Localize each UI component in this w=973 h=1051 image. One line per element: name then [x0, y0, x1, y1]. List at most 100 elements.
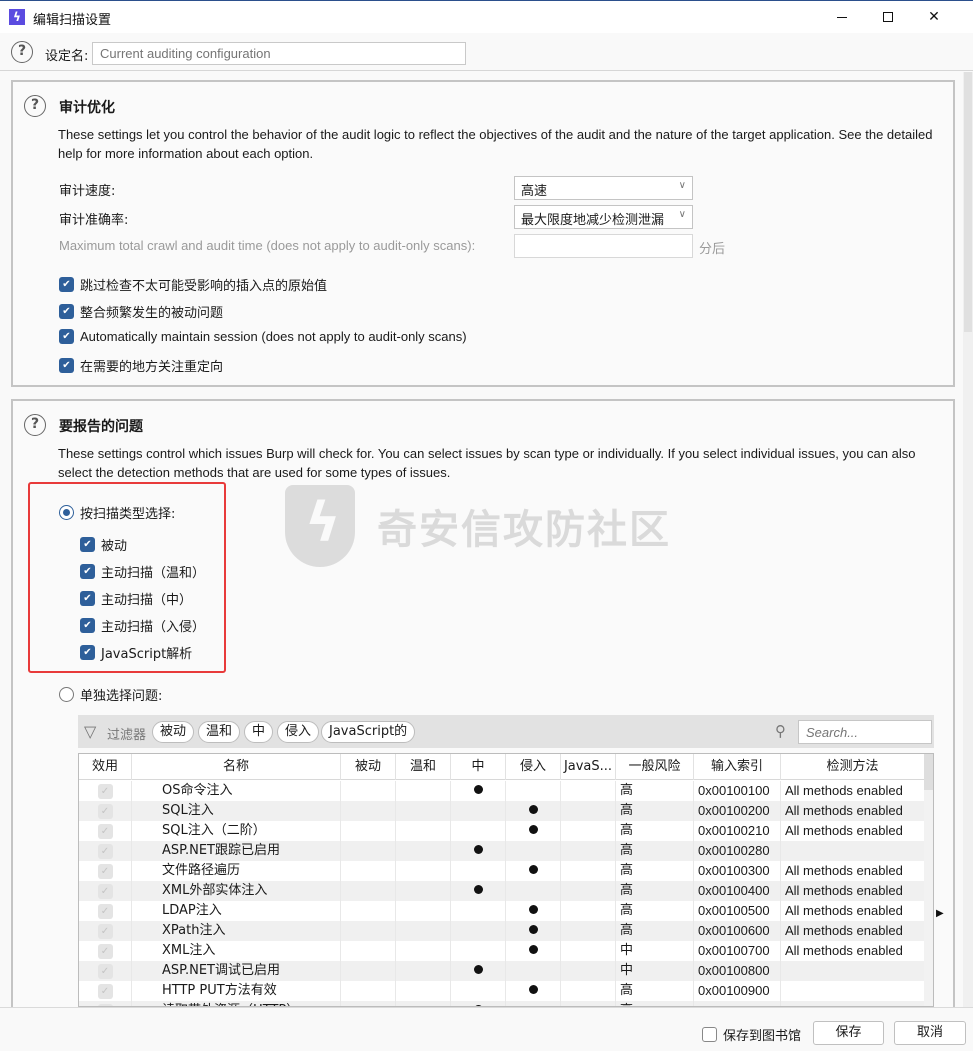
checkbox-checked-icon[interactable]: ✔: [80, 645, 95, 660]
table-row[interactable]: ✓ ASP.NET跟踪已启用 高 0x00100280: [79, 841, 924, 861]
option-follow-redirects[interactable]: ✔ 在需要的地方关注重定向: [59, 356, 223, 375]
scan-type-medium-cell: [451, 881, 506, 901]
scan-type-light-cell: [396, 841, 451, 861]
help-icon[interactable]: ?: [24, 95, 46, 117]
save-to-library-checkbox[interactable]: 保存到图书馆: [702, 1025, 801, 1044]
checkbox-checked-icon[interactable]: ✔: [80, 618, 95, 633]
table-row[interactable]: ✓ LDAP注入 高 0x00100500 All methods enabled: [79, 901, 924, 921]
table-row[interactable]: ✓ SQL注入（二阶） 高 0x00100210 All methods enabled: [79, 821, 924, 841]
option-skip-unlikely[interactable]: ✔ 跳过检查不太可能受影响的插入点的原始值: [59, 275, 327, 294]
table-row[interactable]: ✓ XML外部实体注入 高 0x00100400 All methods enabled: [79, 881, 924, 901]
page-scrollbar[interactable]: [963, 72, 973, 1007]
max-time-input[interactable]: [514, 234, 693, 258]
checkbox-unchecked-icon[interactable]: [702, 1027, 717, 1042]
column-header-enabled[interactable]: 效用: [79, 754, 132, 780]
filter-chip-intrusive[interactable]: 侵入: [277, 721, 320, 743]
detection-method-cell[interactable]: All methods enabled: [781, 821, 924, 841]
table-row[interactable]: ✓ XML注入 中 0x00100700 All methods enabled: [79, 941, 924, 961]
close-button[interactable]: ✕: [911, 1, 957, 33]
scan-type-intrusive-active[interactable]: ✔ 主动扫描（入侵）: [80, 616, 205, 635]
select-individually-radio[interactable]: 单独选择问题:: [59, 685, 162, 704]
detection-method-cell[interactable]: [781, 841, 924, 861]
column-header-light[interactable]: 温和: [396, 754, 451, 780]
table-row[interactable]: ✓ ASP.NET调试已启用 中 0x00100800: [79, 961, 924, 981]
index-cell: 0x00100900: [694, 981, 781, 1001]
detection-method-cell[interactable]: All methods enabled: [781, 901, 924, 921]
checkbox-checked-icon[interactable]: ✔: [59, 277, 74, 292]
filter-chip-passive[interactable]: 被动: [152, 721, 195, 743]
filter-chip-light[interactable]: 温和: [198, 721, 241, 743]
radio-label: 单独选择问题:: [80, 689, 163, 704]
table-row[interactable]: ✓ 文件路径遍历 高 0x00100300 All methods enabled: [79, 861, 924, 881]
detection-method-cell[interactable]: All methods enabled: [781, 921, 924, 941]
checkbox-checked-icon[interactable]: ✔: [80, 537, 95, 552]
expand-arrow-icon[interactable]: ▶: [936, 908, 944, 919]
bullet-icon: [473, 845, 483, 854]
checkbox-checked-icon[interactable]: ✔: [59, 304, 74, 319]
column-header-method[interactable]: 检测方法: [781, 754, 924, 780]
disabled-checkbox-icon: ✓: [97, 984, 113, 999]
issue-name-cell: SQL注入: [132, 801, 341, 821]
checkbox-checked-icon[interactable]: ✔: [80, 564, 95, 579]
cancel-button[interactable]: 取消: [894, 1021, 966, 1045]
option-label: 在需要的地方关注重定向: [80, 360, 224, 375]
scan-type-js-cell: [561, 961, 616, 981]
radio-unselected-icon[interactable]: [59, 687, 74, 702]
scan-type-label: 主动扫描（中）: [101, 593, 193, 608]
radio-selected-icon[interactable]: [59, 505, 74, 520]
option-consolidate-passive[interactable]: ✔ 整合频繁发生的被动问题: [59, 302, 223, 321]
detection-method-cell[interactable]: All methods enabled: [781, 801, 924, 821]
scan-type-passive-cell: [341, 941, 396, 961]
detection-method-cell[interactable]: [781, 981, 924, 1001]
page-scrollbar-thumb[interactable]: [964, 72, 972, 332]
help-icon[interactable]: ?: [24, 414, 46, 436]
option-maintain-session[interactable]: ✔ Automatically maintain session (does n…: [59, 329, 467, 344]
table-row[interactable]: ✓ XPath注入 高 0x00100600 All methods enabled: [79, 921, 924, 941]
filter-icon[interactable]: ▽: [84, 722, 96, 741]
bullet-icon: [528, 945, 538, 954]
table-row[interactable]: ✓ OS命令注入 高 0x00100100 All methods enabled: [79, 781, 924, 801]
table-scrollbar[interactable]: [924, 754, 933, 1006]
detection-method-cell[interactable]: All methods enabled: [781, 941, 924, 961]
filter-chip-javascript[interactable]: JavaScript的: [321, 721, 416, 743]
save-button[interactable]: 保存: [813, 1021, 884, 1045]
column-header-medium[interactable]: 中: [451, 754, 506, 780]
column-header-javascript[interactable]: JavaS...: [561, 754, 616, 780]
scan-type-javascript[interactable]: ✔ JavaScript解析: [80, 643, 192, 662]
audit-speed-select[interactable]: 高速 ∨: [514, 176, 693, 200]
scan-type-js-cell: [561, 901, 616, 921]
scan-type-passive[interactable]: ✔ 被动: [80, 535, 127, 554]
scan-type-light-active[interactable]: ✔ 主动扫描（温和）: [80, 562, 205, 581]
table-row[interactable]: ✓ SQL注入 高 0x00100200 All methods enabled: [79, 801, 924, 821]
table-scrollbar-thumb[interactable]: [924, 754, 933, 790]
detection-method-cell[interactable]: All methods enabled: [781, 861, 924, 881]
column-header-passive[interactable]: 被动: [341, 754, 396, 780]
detection-method-cell[interactable]: All methods enabled: [781, 881, 924, 901]
checkbox-checked-icon[interactable]: ✔: [59, 329, 74, 344]
checkbox-checked-icon[interactable]: ✔: [80, 591, 95, 606]
chevron-down-icon: ∨: [678, 209, 686, 220]
minimize-button[interactable]: [819, 1, 865, 33]
detection-method-cell[interactable]: All methods enabled: [781, 781, 924, 801]
config-name-input[interactable]: [92, 42, 466, 65]
select-by-type-radio[interactable]: 按扫描类型选择:: [59, 503, 175, 522]
audit-accuracy-select[interactable]: 最大限度地减少检测泄漏 ∨: [514, 205, 693, 229]
filter-chip-medium[interactable]: 中: [244, 721, 274, 743]
maximize-button[interactable]: [865, 1, 911, 33]
column-header-risk[interactable]: 一般风险: [616, 754, 694, 780]
checkbox-checked-icon[interactable]: ✔: [59, 358, 74, 373]
help-icon[interactable]: ?: [11, 41, 33, 63]
max-time-unit: 分后: [699, 242, 726, 257]
column-header-index[interactable]: 输入索引: [694, 754, 781, 780]
index-cell: 0x00100300: [694, 861, 781, 881]
detection-method-cell[interactable]: [781, 961, 924, 981]
column-header-name[interactable]: 名称: [132, 754, 341, 780]
bullet-icon: [473, 785, 483, 794]
enabled-cell: ✓: [79, 941, 132, 961]
table-row[interactable]: ✓ HTTP PUT方法有效 高 0x00100900: [79, 981, 924, 1001]
scan-type-medium-active[interactable]: ✔ 主动扫描（中）: [80, 589, 192, 608]
column-header-intrusive[interactable]: 侵入: [506, 754, 561, 780]
scan-type-label: 被动: [101, 539, 128, 554]
search-input[interactable]: [798, 720, 932, 744]
scan-type-light-cell: [396, 801, 451, 821]
